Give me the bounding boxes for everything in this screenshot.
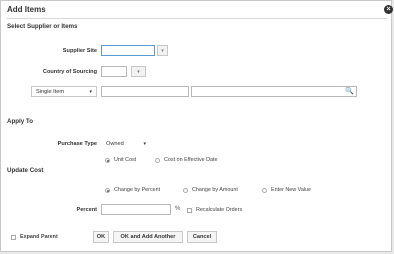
purchase-type-value: Owned — [106, 141, 124, 147]
radio-icon — [155, 157, 160, 163]
section-select-heading: Select Supplier or Items — [7, 23, 78, 30]
item-type-select[interactable]: Single Item ▾ — [31, 86, 97, 97]
item-description-field — [191, 86, 357, 97]
radio-icon — [183, 187, 188, 193]
title-divider — [7, 18, 387, 19]
radio-icon — [262, 187, 267, 193]
radio-change-percent[interactable]: Change by Percent — [105, 187, 160, 193]
country-label: Country of Sourcing — [42, 69, 97, 75]
cancel-button[interactable]: Cancel — [187, 231, 217, 243]
expand-parent-label: Expand Parent — [20, 234, 58, 240]
recalculate-orders-checkbox[interactable]: Recalculate Orders — [187, 207, 242, 213]
search-icon[interactable]: 🔍 — [345, 87, 354, 95]
section-apply-heading: Apply To — [7, 118, 34, 125]
cost-effective-label: Cost on Effective Date — [164, 157, 218, 163]
item-type-value: Single Item — [36, 89, 64, 95]
dialog-title: Add Items — [7, 5, 46, 14]
supplier-site-input[interactable] — [101, 45, 155, 56]
radio-change-amount[interactable]: Change by Amount — [183, 187, 238, 193]
checkbox-icon — [187, 207, 192, 213]
supplier-site-dropdown-icon[interactable]: ▾ — [157, 45, 168, 56]
new-value-label: Enter New Value — [271, 187, 312, 193]
chevron-down-icon: ▾ — [89, 89, 92, 95]
ok-button[interactable]: OK — [93, 231, 109, 243]
radio-selected-icon — [105, 157, 110, 163]
radio-new-value[interactable]: Enter New Value — [262, 187, 311, 193]
percent-sign: % — [175, 206, 181, 212]
add-items-dialog: Add Items × Select Supplier or Items Sup… — [0, 0, 393, 252]
radio-selected-icon — [105, 187, 110, 193]
close-icon[interactable]: × — [384, 5, 393, 14]
purchase-type-select[interactable]: Owned ▾ — [101, 138, 151, 149]
country-dropdown-icon[interactable]: ▾ — [131, 66, 146, 77]
checkbox-icon — [11, 234, 16, 240]
supplier-site-label: Supplier Site — [62, 48, 97, 54]
item-input[interactable] — [101, 86, 189, 97]
percent-label: Percent — [76, 207, 97, 213]
percent-input[interactable] — [101, 204, 171, 215]
expand-parent-checkbox[interactable]: Expand Parent — [11, 234, 58, 240]
change-percent-label: Change by Percent — [114, 187, 161, 193]
radio-unit-cost[interactable]: Unit Cost — [105, 157, 136, 163]
section-update-heading: Update Cost — [7, 167, 44, 174]
chevron-down-icon: ▾ — [143, 141, 146, 147]
country-input[interactable] — [101, 66, 127, 77]
recalculate-orders-label: Recalculate Orders — [196, 207, 243, 213]
unit-cost-label: Unit Cost — [114, 157, 137, 163]
change-amount-label: Change by Amount — [192, 187, 238, 193]
ok-add-another-button[interactable]: OK and Add Another — [113, 231, 183, 243]
purchase-type-label: Purchase Type — [57, 141, 97, 147]
radio-cost-effective[interactable]: Cost on Effective Date — [155, 157, 218, 163]
